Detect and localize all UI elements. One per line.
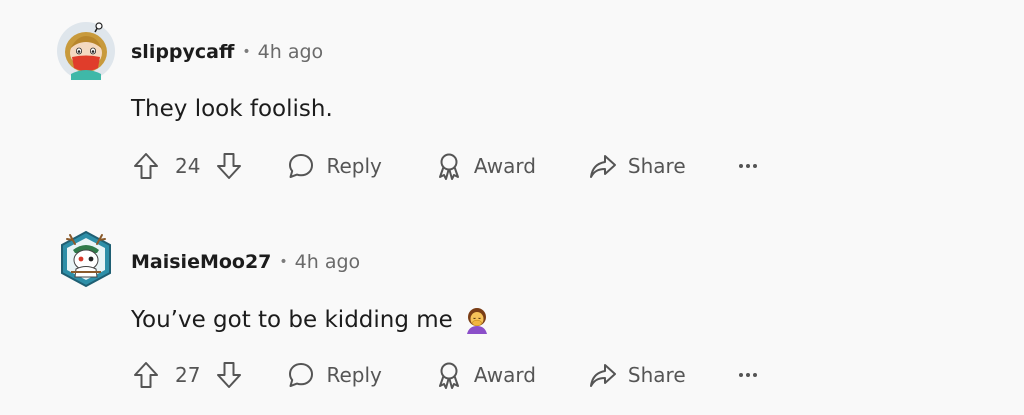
share-button[interactable]: Share (588, 360, 686, 390)
meta-separator: • (242, 44, 251, 60)
award-label: Award (473, 363, 536, 387)
comment-text: They look foolish. (131, 96, 333, 122)
share-arrow-icon (589, 155, 616, 178)
comment-actions: 24 Reply Award Share (131, 149, 758, 183)
comment-actions: 27 Reply Award Share (131, 358, 758, 392)
award-ribbon-icon (438, 153, 459, 180)
award-label: Award (473, 154, 536, 178)
more-options-button[interactable] (738, 161, 758, 171)
award-button[interactable]: Award (434, 360, 536, 390)
comment-body: They look foolish. (131, 96, 333, 122)
downvote-button[interactable] (214, 151, 244, 181)
downvote-arrow-icon (217, 153, 242, 179)
comment-text: You’ve got to be kidding me (131, 306, 491, 334)
comment-bubble-icon (289, 363, 314, 387)
comment-meta: MaisieMoo27 • 4h ago (131, 249, 360, 275)
comment-meta: slippycaff • 4h ago (131, 39, 323, 65)
upvote-button[interactable] (131, 151, 161, 181)
vote-count: 24 (175, 154, 201, 178)
reply-label: Reply (326, 363, 382, 387)
upvote-arrow-icon (134, 362, 158, 388)
username[interactable]: MaisieMoo27 (131, 251, 271, 273)
comment-bubble-icon (289, 154, 314, 178)
snoo-avatar-icon (57, 22, 115, 80)
user-avatar[interactable] (57, 22, 115, 80)
award-ribbon-icon (438, 362, 459, 389)
award-button[interactable]: Award (434, 151, 536, 181)
downvote-button[interactable] (214, 360, 244, 390)
upvote-button[interactable] (131, 360, 161, 390)
upvote-arrow-icon (134, 153, 158, 179)
share-button[interactable]: Share (588, 151, 686, 181)
more-options-button[interactable] (738, 370, 758, 380)
share-arrow-icon (589, 364, 616, 387)
meta-separator: • (279, 254, 288, 270)
timestamp[interactable]: 4h ago (295, 251, 361, 273)
downvote-arrow-icon (217, 362, 242, 388)
share-label: Share (627, 363, 686, 387)
facepalm-emoji-icon (466, 308, 487, 334)
vote-count: 27 (175, 363, 201, 387)
reply-button[interactable]: Reply (286, 360, 382, 390)
reply-button[interactable]: Reply (286, 151, 382, 181)
user-avatar[interactable] (57, 230, 115, 288)
person-facepalming-emoji (463, 306, 491, 334)
share-label: Share (627, 154, 686, 178)
comment-body: You’ve got to be kidding me (131, 307, 453, 333)
more-dots-icon (738, 164, 757, 168)
more-dots-icon (738, 373, 757, 377)
snoo-avatar-icon (61, 230, 111, 288)
username[interactable]: slippycaff (131, 41, 234, 63)
reply-label: Reply (326, 154, 382, 178)
timestamp[interactable]: 4h ago (258, 41, 324, 63)
